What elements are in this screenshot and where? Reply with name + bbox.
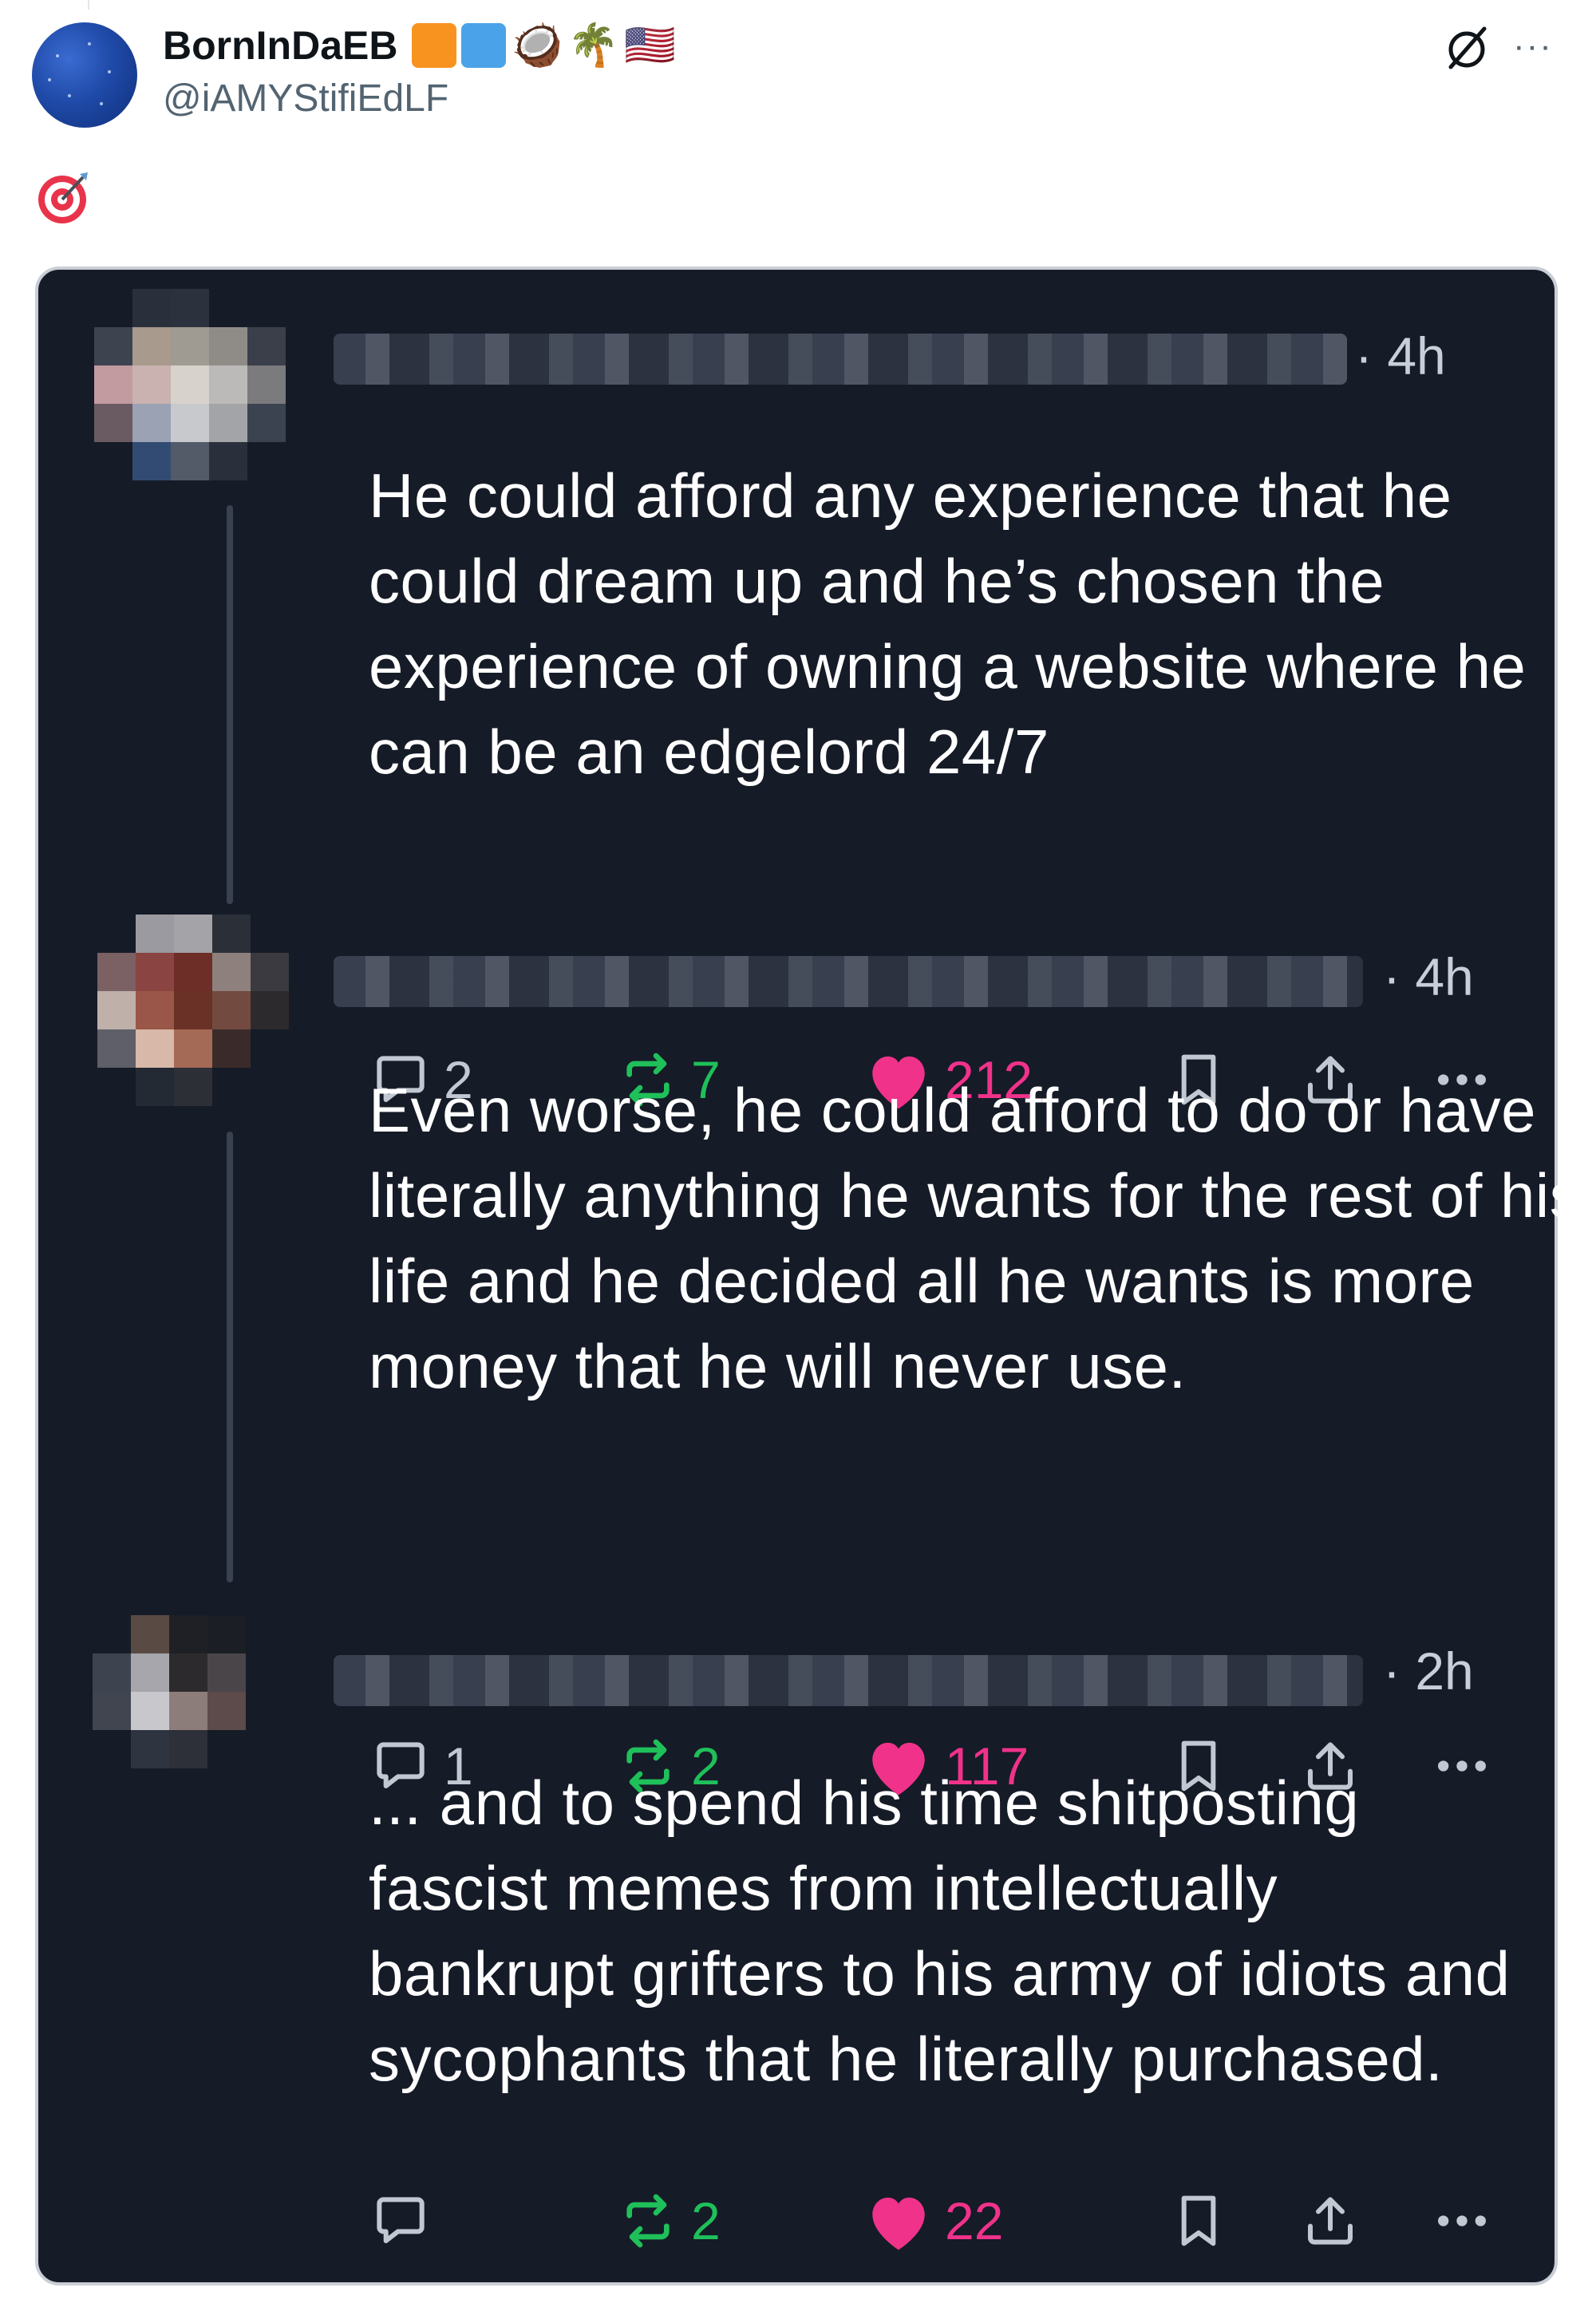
more-options-button[interactable] — [1430, 2185, 1494, 2257]
reply-text: Even worse, he could afford to do or hav… — [369, 1075, 1582, 1401]
reply-avatar-blurred — [93, 1615, 284, 1807]
more-dots-icon — [1438, 2215, 1486, 2226]
blue-square-icon — [461, 23, 507, 68]
profile-badges: 🥥 🌴 🇺🇸 — [412, 22, 676, 69]
reply-actions: 2 22 — [369, 2185, 1518, 2257]
bookmark-button[interactable] — [1167, 2185, 1231, 2257]
reply-time: · 2h — [1383, 1641, 1474, 1701]
target-emoji — [38, 172, 88, 223]
reply-author-blurred — [334, 334, 1347, 385]
repost-button[interactable]: 2 — [616, 2185, 721, 2257]
reply-icon — [377, 2197, 425, 2243]
reply-avatar-blurred — [94, 289, 286, 480]
repost-count: 2 — [691, 2191, 721, 2250]
orange-square-icon — [412, 23, 457, 68]
reply-author-blurred — [334, 956, 1363, 1007]
share-icon — [1308, 2197, 1353, 2245]
reply-author-blurred — [334, 1655, 1363, 1706]
like-button[interactable]: 22 — [863, 2185, 1003, 2257]
reply-text: ... and to spend his time shitposting fa… — [369, 1768, 1511, 2094]
us-flag-emoji: 🇺🇸 — [623, 22, 676, 69]
author-name[interactable]: BornInDaEB — [163, 22, 397, 69]
reply-time: · 4h — [1355, 326, 1446, 385]
palm-tree-emoji: 🌴 — [567, 22, 619, 69]
repost-icon — [626, 2194, 670, 2248]
bookmark-icon — [1181, 2195, 1216, 2246]
reply-button[interactable] — [369, 2185, 444, 2257]
thread-line — [227, 505, 233, 904]
more-icon[interactable]: ··· — [1513, 29, 1553, 64]
heart-icon — [872, 2197, 925, 2250]
thread-line — [227, 1132, 233, 1582]
like-count: 22 — [945, 2191, 1004, 2250]
embedded-screenshot-card: · 4h He could afford any experience that… — [35, 267, 1581, 2285]
top-divider — [88, 0, 89, 10]
grok-icon[interactable] — [1443, 24, 1491, 72]
author-handle[interactable]: @iAMYStifiEdLF — [163, 77, 448, 120]
author-avatar[interactable] — [32, 22, 137, 128]
coconut-emoji: 🥥 — [511, 22, 563, 69]
share-button[interactable] — [1298, 2185, 1362, 2257]
reply-time: · 4h — [1383, 947, 1474, 1006]
reply-avatar-blurred — [97, 915, 289, 1106]
reply-text: He could afford any experience that he c… — [369, 460, 1527, 787]
author-name-row[interactable]: BornInDaEB 🥥 🌴 🇺🇸 — [163, 22, 676, 69]
